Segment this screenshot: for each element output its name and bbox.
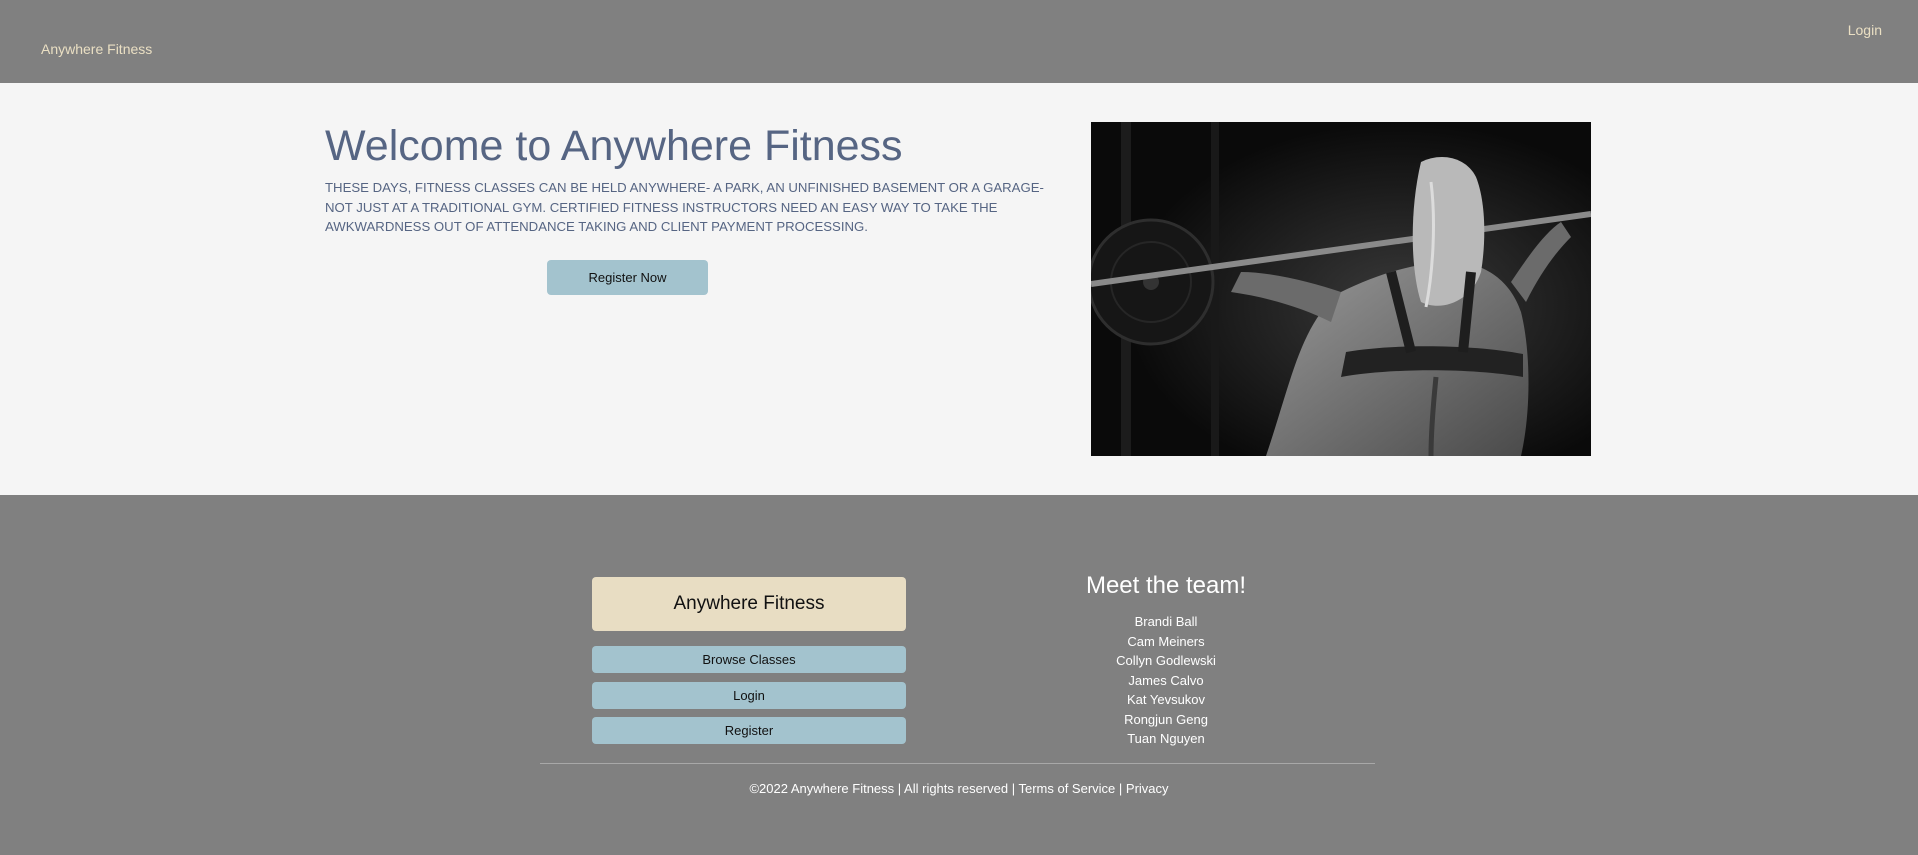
team-member: Kat Yevsukov xyxy=(1126,692,1206,707)
team-member: Cam Meiners xyxy=(1127,633,1205,649)
copyright-text: ©2022 Anywhere Fitness | All rights rese… xyxy=(749,781,1016,796)
footer-brand-card: Anywhere Fitness xyxy=(592,577,906,631)
browse-classes-button[interactable]: Browse Classes xyxy=(592,646,906,673)
hero-title: Welcome to Anywhere Fitness xyxy=(325,122,903,170)
terms-of-service-link[interactable]: Terms of Service xyxy=(1018,781,1115,796)
team-list: Brandi Ball Cam Meiners Collyn Godlewski… xyxy=(1066,612,1266,749)
team-member: Tuan Nguyen xyxy=(1127,731,1205,746)
top-navbar: Anywhere Fitness Login xyxy=(0,0,1918,83)
nav-login-link[interactable]: Login xyxy=(1848,22,1882,38)
team-title: Meet the team! xyxy=(1085,572,1247,599)
team-member: James Calvo xyxy=(1128,672,1204,688)
copyright-separator: | xyxy=(1118,781,1123,796)
footer-divider xyxy=(540,763,1375,764)
team-member: Collyn Godlewski xyxy=(1116,653,1216,668)
hero-image xyxy=(1091,122,1591,456)
brand-link[interactable]: Anywhere Fitness xyxy=(41,41,152,57)
weightlifter-photo xyxy=(1091,122,1591,456)
register-now-button[interactable]: Register Now xyxy=(547,260,708,295)
team-member: Rongjun Geng xyxy=(1124,711,1208,727)
footer: Anywhere Fitness Browse Classes Login Re… xyxy=(0,495,1918,855)
footer-register-button[interactable]: Register xyxy=(592,717,906,744)
hero-description: THESE DAYS, FITNESS CLASSES CAN BE HELD … xyxy=(325,180,1044,234)
footer-login-button[interactable]: Login xyxy=(592,682,906,709)
team-member: Brandi Ball xyxy=(1134,614,1198,629)
copyright-line: ©2022 Anywhere Fitness | All rights rese… xyxy=(0,781,1918,796)
privacy-link[interactable]: Privacy xyxy=(1126,781,1169,796)
hero-section: Welcome to Anywhere Fitness THESE DAYS, … xyxy=(0,83,1918,495)
